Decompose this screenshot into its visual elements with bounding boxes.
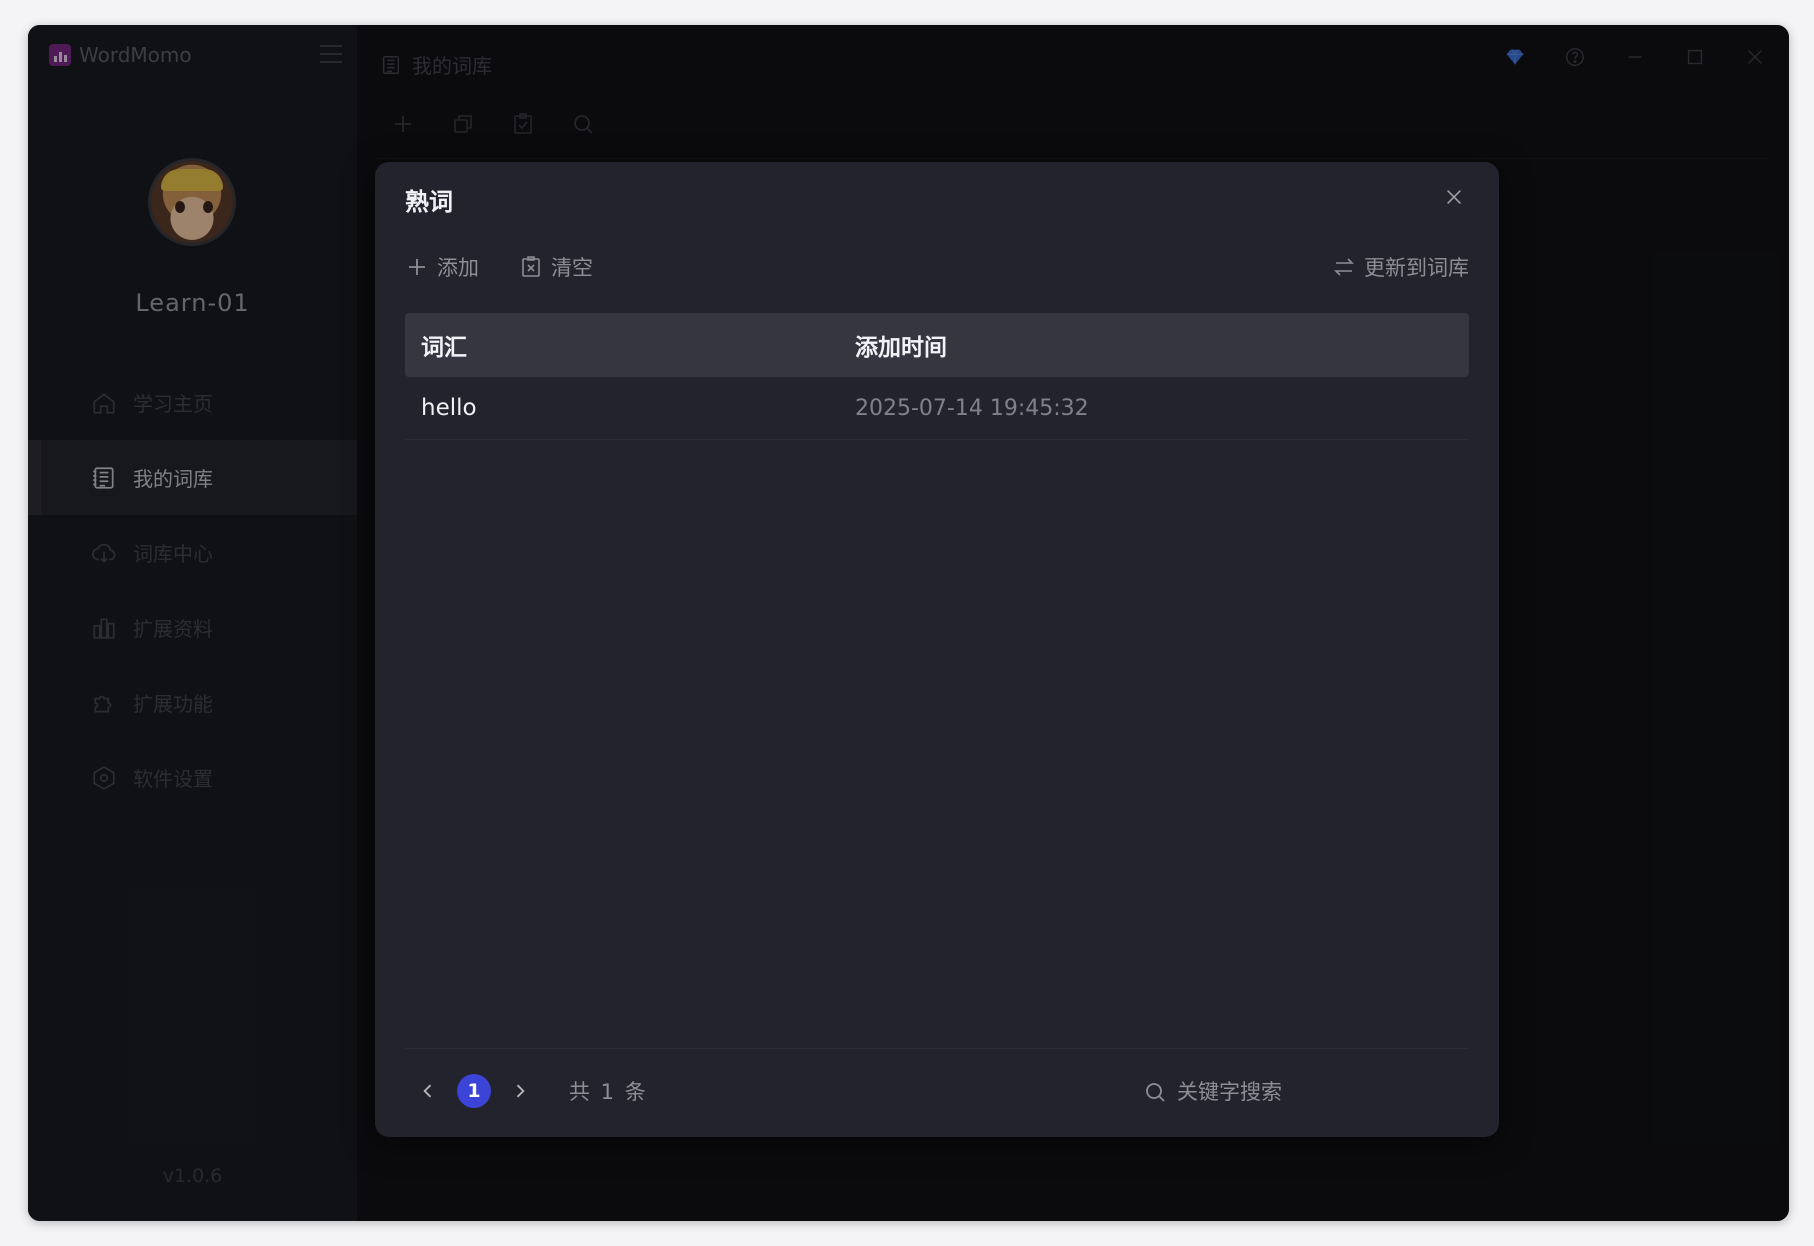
- search-icon: [1146, 1083, 1165, 1102]
- table-header: 词汇 添加时间: [405, 313, 1469, 377]
- keyword-search: [1143, 1074, 1463, 1110]
- footer-divider: [405, 1048, 1469, 1049]
- plus-icon: [409, 259, 425, 275]
- app-window: WordMomo Learn-01 学习主页 我的词库 词库中心 扩展资料 扩展…: [28, 25, 1789, 1221]
- total-count: 共 1 条: [569, 1080, 648, 1104]
- clear-words-button[interactable]: 清空: [519, 252, 593, 282]
- close-icon: [1446, 189, 1462, 205]
- clear-box-icon: [522, 256, 540, 277]
- page-number-current[interactable]: 1: [457, 1074, 491, 1108]
- known-words-dialog: 熟词 添加 清空 更新到词库 词汇 添加时间 hello 2025-07-14 …: [375, 162, 1499, 1137]
- prev-page-button[interactable]: [413, 1076, 443, 1106]
- pagination: 1 共 1 条: [413, 1074, 648, 1108]
- cell-added-time: 2025-07-14 19:45:32: [855, 395, 1089, 421]
- keyword-search-input[interactable]: [1175, 1079, 1439, 1105]
- dialog-title: 熟词: [405, 188, 453, 216]
- column-header-word[interactable]: 词汇: [405, 328, 855, 362]
- next-page-button[interactable]: [505, 1076, 535, 1106]
- add-word-button[interactable]: 添加: [405, 252, 479, 282]
- table-row[interactable]: hello 2025-07-14 19:45:32: [405, 377, 1469, 440]
- dialog-actions: 添加 清空 更新到词库: [405, 250, 1469, 284]
- chevron-right-icon: [516, 1084, 525, 1098]
- cell-word: hello: [421, 395, 477, 421]
- swap-arrows-icon: [1334, 258, 1354, 276]
- dialog-close-button[interactable]: [1439, 182, 1469, 212]
- add-word-label: 添加: [437, 256, 479, 280]
- update-to-wordbank-button[interactable]: 更新到词库: [1332, 252, 1469, 282]
- clear-words-label: 清空: [551, 256, 593, 280]
- known-words-table: 词汇 添加时间 hello 2025-07-14 19:45:32: [405, 313, 1469, 440]
- update-to-wordbank-label: 更新到词库: [1364, 256, 1469, 280]
- column-header-added-time[interactable]: 添加时间: [855, 328, 1469, 362]
- chevron-left-icon: [423, 1084, 432, 1098]
